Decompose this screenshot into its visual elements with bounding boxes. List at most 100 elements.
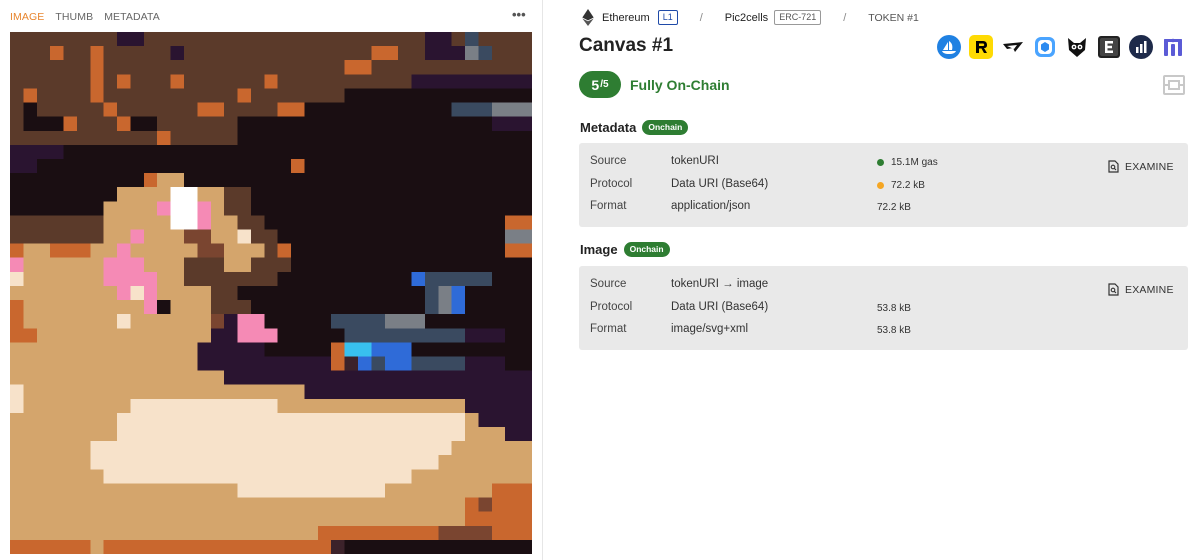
pixel (304, 483, 319, 499)
pixel (264, 46, 279, 61)
pixel (50, 455, 65, 470)
pixel (50, 441, 65, 456)
pixel (505, 46, 520, 61)
pixel (331, 243, 346, 259)
pixel (76, 144, 91, 160)
pixel (451, 229, 466, 245)
pixel (384, 158, 399, 174)
pixel (478, 187, 493, 202)
pixel (170, 144, 185, 160)
etherscan-icon[interactable] (1096, 34, 1122, 60)
pixel (76, 539, 91, 554)
pixel (184, 46, 198, 61)
pixel (117, 539, 132, 554)
pixel (505, 201, 520, 217)
pixel (304, 285, 319, 301)
pixel (424, 412, 439, 428)
pixel (398, 300, 413, 315)
pixel (465, 271, 480, 287)
pixel (304, 511, 319, 527)
pixel (384, 271, 399, 287)
pixel (358, 356, 372, 372)
pixel (424, 201, 439, 217)
pixel (10, 144, 24, 160)
pixel (438, 229, 453, 245)
pixel (197, 398, 212, 414)
pixel (130, 525, 145, 541)
examine-image-button[interactable]: EXAMINE (1108, 283, 1174, 296)
pixel (197, 201, 212, 217)
pixel (371, 201, 386, 217)
tab-metadata[interactable]: METADATA (104, 11, 160, 23)
pixel (143, 455, 158, 470)
examine-metadata-button[interactable]: EXAMINE (1108, 160, 1174, 173)
pixel (264, 370, 279, 386)
more-options-icon[interactable]: ••• (512, 7, 526, 22)
tab-image[interactable]: IMAGE (10, 11, 44, 23)
pixel (358, 116, 372, 132)
pixel (518, 384, 532, 400)
pixel (76, 257, 91, 273)
pixel (505, 285, 520, 301)
pixel (304, 314, 319, 329)
breadcrumb-chain[interactable]: Ethereum (602, 12, 650, 24)
pixel (117, 102, 132, 118)
pixel (157, 497, 172, 513)
pixel (36, 314, 51, 329)
opensea-icon[interactable] (936, 34, 962, 60)
pixel (76, 187, 91, 202)
pixel (478, 483, 493, 499)
pixel (10, 201, 24, 217)
pixel (50, 187, 65, 202)
pixel (491, 130, 506, 146)
pixel (157, 441, 172, 456)
image-section-title: Image (580, 242, 618, 257)
pixel (250, 187, 265, 202)
pixel (130, 158, 145, 174)
pixel (465, 483, 480, 499)
rarible-icon[interactable] (968, 34, 994, 60)
pixel (76, 384, 91, 400)
nftgo-icon[interactable] (1128, 34, 1154, 60)
blur-icon[interactable] (1064, 34, 1090, 60)
pixel (224, 539, 239, 554)
pixel (50, 74, 65, 90)
pixel (344, 511, 359, 527)
pixel (371, 300, 386, 315)
pixel (451, 215, 466, 231)
pixel (505, 497, 520, 513)
pixel (411, 144, 426, 160)
element-icon[interactable] (1160, 34, 1186, 60)
pixel (304, 46, 319, 61)
pixel (90, 300, 105, 315)
pixel (90, 370, 105, 386)
reservoir-icon[interactable] (1000, 34, 1026, 60)
pixel (371, 441, 386, 456)
pixel (465, 32, 480, 47)
breadcrumb-collection[interactable]: Pic2cells (725, 12, 768, 24)
image-size-stat: 53.8 kB (877, 303, 911, 314)
pixel (491, 102, 506, 118)
pixel (76, 46, 91, 61)
pixel (344, 271, 359, 287)
pixel (478, 328, 493, 343)
pixel (277, 229, 292, 245)
pixel (505, 102, 520, 118)
pixel (438, 46, 453, 61)
breadcrumb: Ethereum L1 / Pic2cells ERC-721 / TOKEN … (582, 9, 919, 26)
pixel (478, 370, 493, 386)
tab-thumb[interactable]: THUMB (55, 11, 93, 23)
pixel (117, 497, 132, 513)
pixel (331, 60, 346, 75)
embed-icon[interactable] (1162, 73, 1186, 97)
pixel (184, 412, 198, 428)
pixel (411, 60, 426, 75)
pixel (170, 356, 185, 372)
pixel (157, 173, 172, 188)
format-size-value: 72.2 kB (877, 202, 911, 213)
pixel (291, 144, 306, 160)
pixel (358, 412, 372, 428)
pixel (438, 32, 453, 47)
pixel (157, 511, 172, 527)
magic-eden-icon[interactable] (1032, 34, 1058, 60)
